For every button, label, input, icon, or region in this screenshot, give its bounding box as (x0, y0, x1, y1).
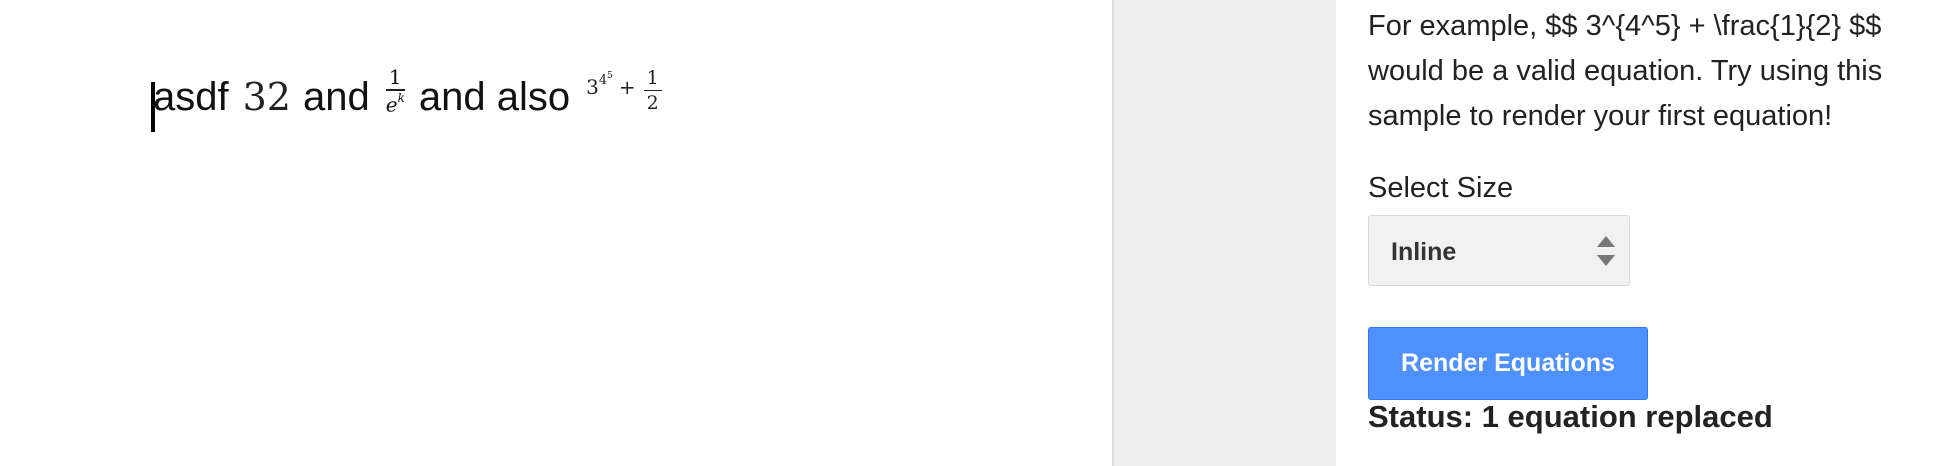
document-canvas[interactable]: asdf 32 and 1 ek and also 345 + 1 2 (0, 0, 1112, 466)
doc-text-asdf: asdf (153, 74, 229, 119)
fraction-denominator: ek (386, 91, 405, 115)
arrow-up-icon (1597, 236, 1615, 247)
rendered-equation-fraction: 1 ek (385, 65, 405, 115)
size-select-value: Inline (1391, 238, 1457, 266)
size-select[interactable]: Inline (1368, 215, 1630, 286)
document-text-line[interactable]: asdf 32 and 1 ek and also 345 + 1 2 (153, 62, 662, 132)
render-equations-button[interactable]: Render Equations (1368, 327, 1648, 400)
rendered-equation-power-sum: 345 + 1 2 (586, 65, 662, 113)
select-size-label: Select Size (1368, 172, 1514, 204)
status-text: Status: 1 equation replaced (1368, 399, 1773, 434)
power-base: 3 (586, 75, 599, 99)
help-text: For example, $$ 3^{4^5} + \frac{1}{2} $$… (1368, 10, 1883, 132)
doc-text-and-also: and also (418, 74, 571, 119)
power-expression: 345 (586, 71, 613, 99)
half-fraction: 1 2 (643, 66, 662, 115)
half-denominator: 2 (646, 92, 659, 115)
select-arrows-icon (1597, 236, 1615, 266)
arrow-down-icon (1597, 255, 1615, 266)
denominator-exponent: k (397, 90, 405, 105)
power-exponent: 4 (598, 73, 608, 88)
equation-sidebar: For example, $$ 3^{4^5} + \frac{1}{2} $$… (1336, 0, 1958, 466)
plus-sign: + (618, 75, 636, 99)
denominator-base: e (385, 92, 398, 117)
rendered-equation-32: 32 (242, 75, 291, 119)
power-exponent-exponent: 5 (607, 71, 613, 81)
fraction-numerator: 1 (388, 65, 402, 90)
half-numerator: 1 (646, 66, 659, 89)
document-gutter (1112, 0, 1336, 466)
doc-text-and: and (302, 74, 370, 119)
